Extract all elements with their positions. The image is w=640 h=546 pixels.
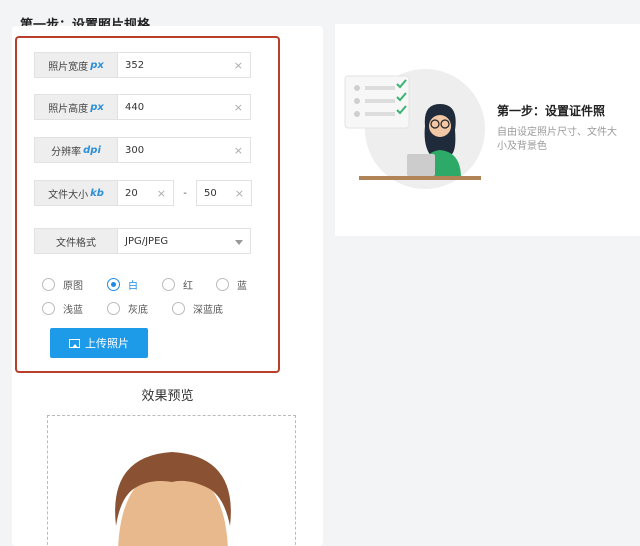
height-field: 照片高度 px 440 × <box>34 94 251 120</box>
step-description: 自由设定照片尺寸、文件大小及背景色 <box>497 127 617 152</box>
step-card: 第一步：设置证件照 自由设定照片尺寸、文件大小及背景色 <box>335 24 640 236</box>
bg-option-label: 灰底 <box>128 305 148 316</box>
bg-option-white[interactable]: 白 <box>107 277 138 292</box>
radio-circle[interactable] <box>172 302 185 315</box>
bg-option-label: 红 <box>183 281 193 292</box>
format-select[interactable]: JPG/JPEG <box>118 228 251 254</box>
portrait-preview-image <box>115 452 231 546</box>
bg-option-label: 浅蓝 <box>63 305 83 316</box>
filesize-label: 文件大小 kb <box>34 180 118 206</box>
bg-option-gray[interactable]: 灰底 <box>107 301 148 316</box>
upload-button-label: 上传照片 <box>85 337 129 350</box>
clear-icon[interactable]: × <box>234 59 243 72</box>
height-label-text: 照片高度 <box>48 103 89 115</box>
dpi-input[interactable]: 300 × <box>118 137 251 163</box>
width-input[interactable]: 352 × <box>118 52 251 78</box>
dpi-unit: dpi <box>83 144 101 156</box>
dpi-label: 分辨率 dpi <box>34 137 118 163</box>
radio-circle[interactable] <box>42 278 55 291</box>
bg-option-blue[interactable]: 蓝 <box>216 277 247 292</box>
dpi-field: 分辨率 dpi 300 × <box>34 137 251 163</box>
dpi-label-text: 分辨率 <box>51 146 82 158</box>
format-label-text: 文件格式 <box>56 237 96 249</box>
bg-option-light-blue[interactable]: 浅蓝 <box>42 301 83 316</box>
height-value: 440 <box>125 101 145 113</box>
width-unit: px <box>90 59 104 71</box>
filesize-max-input[interactable]: 50 × <box>196 180 252 206</box>
bg-option-dark-blue[interactable]: 深蓝底 <box>172 301 223 316</box>
filesize-field: 文件大小 kb 20 × - 50 × <box>34 180 252 206</box>
format-label: 文件格式 <box>34 228 118 254</box>
filesize-label-text: 文件大小 <box>48 189 89 201</box>
filesize-min-value: 20 <box>125 187 138 199</box>
width-field: 照片宽度 px 352 × <box>34 52 251 78</box>
woman-laptop-illustration <box>344 69 485 189</box>
format-field: 文件格式 JPG/JPEG <box>34 228 251 254</box>
range-separator: - <box>183 187 187 199</box>
bg-option-label: 深蓝底 <box>193 305 223 316</box>
filesize-max-value: 50 <box>204 187 217 199</box>
height-unit: px <box>90 101 104 113</box>
preview-title: 效果预览 <box>141 389 194 404</box>
height-input[interactable]: 440 × <box>118 94 251 120</box>
filesize-min-input[interactable]: 20 × <box>118 180 174 206</box>
width-label-text: 照片宽度 <box>48 61 89 73</box>
clear-icon[interactable]: × <box>234 144 243 157</box>
preview-area <box>47 415 296 546</box>
filesize-unit: kb <box>90 187 104 199</box>
clear-icon[interactable]: × <box>235 187 244 200</box>
clear-icon[interactable]: × <box>157 187 166 200</box>
radio-circle[interactable] <box>216 278 229 291</box>
height-label: 照片高度 px <box>34 94 118 120</box>
bg-option-label: 原图 <box>63 281 83 292</box>
upload-photo-button[interactable]: 上传照片 <box>50 328 148 358</box>
radio-circle[interactable] <box>107 302 120 315</box>
clear-icon[interactable]: × <box>234 101 243 114</box>
radio-circle[interactable] <box>107 278 120 291</box>
width-label: 照片宽度 px <box>34 52 118 78</box>
bg-option-label: 白 <box>128 281 138 292</box>
bg-option-original[interactable]: 原图 <box>42 277 83 292</box>
width-value: 352 <box>125 59 145 71</box>
spec-form: 照片宽度 px 352 × 照片高度 px 440 × 分辨率 dpi 300 … <box>15 36 280 373</box>
radio-circle[interactable] <box>42 302 55 315</box>
format-value: JPG/JPEG <box>125 235 169 247</box>
radio-circle[interactable] <box>162 278 175 291</box>
image-icon <box>69 338 80 348</box>
chevron-down-icon[interactable] <box>235 240 243 245</box>
bg-option-red[interactable]: 红 <box>162 277 193 292</box>
bg-option-label: 蓝 <box>237 281 247 292</box>
dpi-value: 300 <box>125 144 145 156</box>
step-title: 第一步：设置证件照 <box>497 104 606 118</box>
